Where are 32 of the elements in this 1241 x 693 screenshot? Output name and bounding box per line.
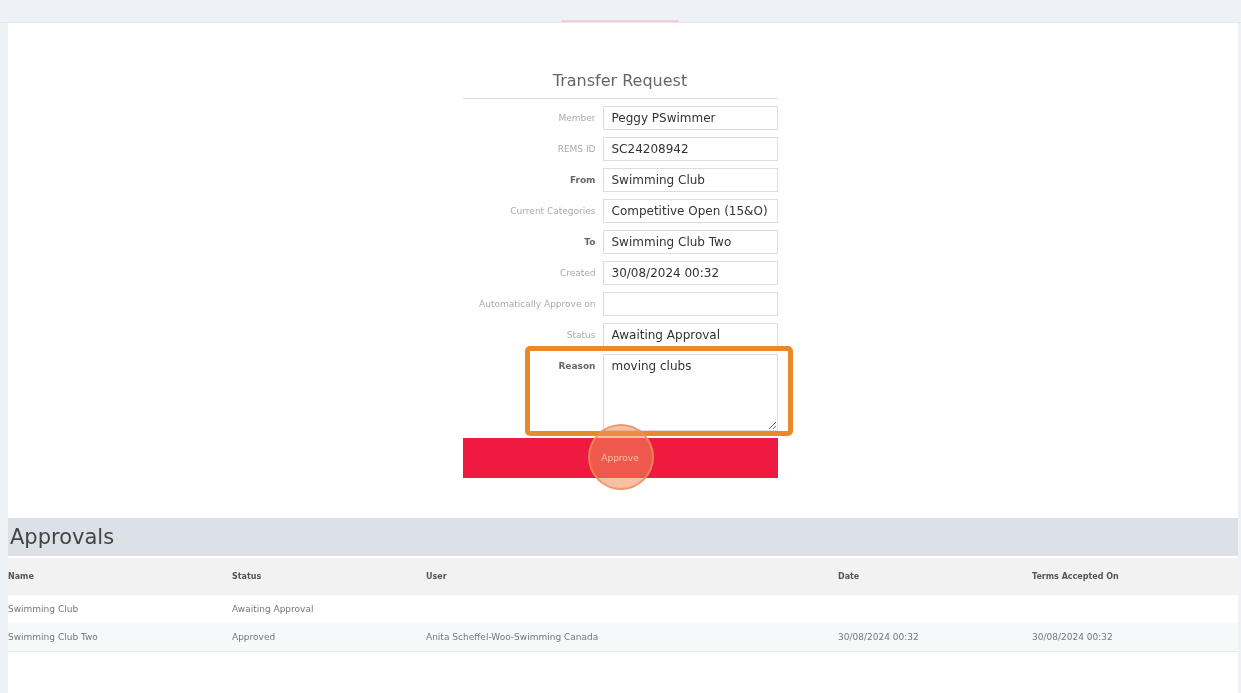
section-title: Approvals — [8, 518, 1238, 556]
field-label: Created — [558, 267, 597, 280]
input-field[interactable]: Awaiting Approval — [602, 323, 778, 347]
field-label: Status — [565, 329, 597, 342]
field-label: REMS ID — [556, 143, 597, 156]
field-label: Automatically Approve on — [478, 298, 597, 311]
table-cell-text: Approved — [232, 632, 277, 642]
table-cell-text: Swimming Club — [8, 604, 80, 614]
column-header: Terms Accepted On — [1032, 572, 1120, 581]
column-header: Date — [838, 572, 861, 581]
field-label: From — [568, 174, 597, 187]
input-field[interactable]: Swimming Club — [602, 168, 778, 192]
input-field[interactable]: 30/08/2024 00:32 — [602, 261, 778, 285]
field-label: Reason — [557, 360, 597, 373]
input-field[interactable]: Competitive Open (15&O) — [602, 199, 778, 223]
form-title: Transfer Request — [462, 71, 778, 99]
column-header: User — [426, 572, 448, 581]
table-cell-text: 30/08/2024 00:32 — [838, 632, 920, 642]
table-cell-text: 30/08/2024 00:32 — [1032, 632, 1114, 642]
input-field[interactable]: SC24208942 — [602, 137, 778, 161]
column-header: Status — [232, 572, 263, 581]
input-field[interactable]: Swimming Club Two — [602, 230, 778, 254]
input-field[interactable]: Peggy PSwimmer — [602, 106, 778, 130]
input-field[interactable] — [602, 292, 778, 316]
table-cell-text: Anita Scheffel-Woo-Swimming Canada — [426, 632, 600, 642]
reason-field[interactable]: moving clubs — [602, 354, 778, 431]
field-label: Member — [557, 112, 597, 125]
field-label: To — [583, 236, 597, 249]
column-header: Name — [8, 572, 35, 581]
table-cell-text: Swimming Club Two — [8, 632, 99, 642]
table-cell-text: Awaiting Approval — [232, 604, 315, 614]
field-label: Current Categories — [509, 205, 597, 218]
